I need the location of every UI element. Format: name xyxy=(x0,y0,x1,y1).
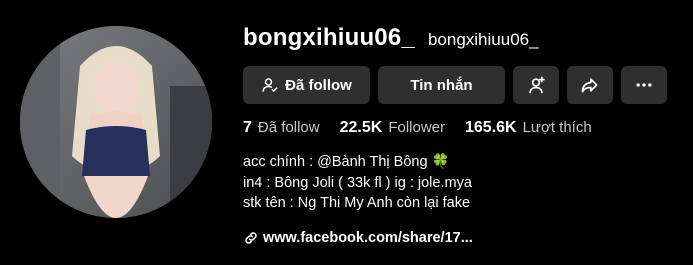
message-button-label: Tin nhắn xyxy=(410,76,473,94)
more-dots-icon xyxy=(636,83,652,87)
stat-following-count: 7 xyxy=(243,119,252,136)
stat-likes: 165.6K Lượt thích xyxy=(465,119,592,137)
avatar-photo xyxy=(20,26,212,218)
link-chain-icon xyxy=(245,232,257,244)
stat-likes-count: 165.6K xyxy=(465,119,517,136)
stat-likes-label: Lượt thích xyxy=(522,119,592,136)
stat-followers[interactable]: 22.5K Follower xyxy=(340,119,445,137)
stat-followers-label: Follower xyxy=(388,119,445,136)
profile-actions: Đã follow Tin nhắn xyxy=(243,66,667,104)
bio-line-1: acc chính : @Bành Thị Bông 🍀 xyxy=(243,152,472,173)
profile-names: bongxihiuu06_ bongxihiuu06_ xyxy=(243,24,539,52)
stat-followers-count: 22.5K xyxy=(339,119,383,136)
message-button[interactable]: Tin nhắn xyxy=(378,66,505,104)
following-button[interactable]: Đã follow xyxy=(243,66,370,104)
add-friend-button[interactable] xyxy=(513,66,559,104)
bio-line-1-text: acc chính : @Bành Thị Bông xyxy=(243,154,432,170)
profile-header: bongxihiuu06_ bongxihiuu06_ Đã follow Ti… xyxy=(0,0,693,265)
profile-nickname: bongxihiuu06_ xyxy=(427,30,539,49)
clover-icon: 🍀 xyxy=(431,154,450,170)
add-user-icon xyxy=(529,76,545,94)
profile-bio: acc chính : @Bành Thị Bông 🍀 in4 : Bông … xyxy=(243,152,472,214)
profile-avatar[interactable] xyxy=(20,26,212,218)
share-button[interactable] xyxy=(567,66,613,104)
bio-line-3: stk tên : Ng Thi My Anh còn lại fake xyxy=(243,195,471,211)
profile-link[interactable]: www.facebook.com/share/17... xyxy=(243,230,473,246)
profile-unique-id: bongxihiuu06_ xyxy=(243,24,415,51)
bio-line-2: in4 : Bông Joli ( 33k fl ) ig : jole.mya xyxy=(243,174,472,191)
following-button-label: Đã follow xyxy=(285,76,352,94)
stat-following-label: Đã follow xyxy=(257,119,320,136)
more-button[interactable] xyxy=(621,66,667,104)
user-check-icon xyxy=(262,78,278,92)
profile-stats: 7 Đã follow 22.5K Follower 165.6K Lượt t… xyxy=(243,119,592,137)
profile-link-text: www.facebook.com/share/17... xyxy=(263,230,473,246)
share-arrow-icon xyxy=(581,78,598,93)
stat-following[interactable]: 7 Đã follow xyxy=(243,119,320,137)
